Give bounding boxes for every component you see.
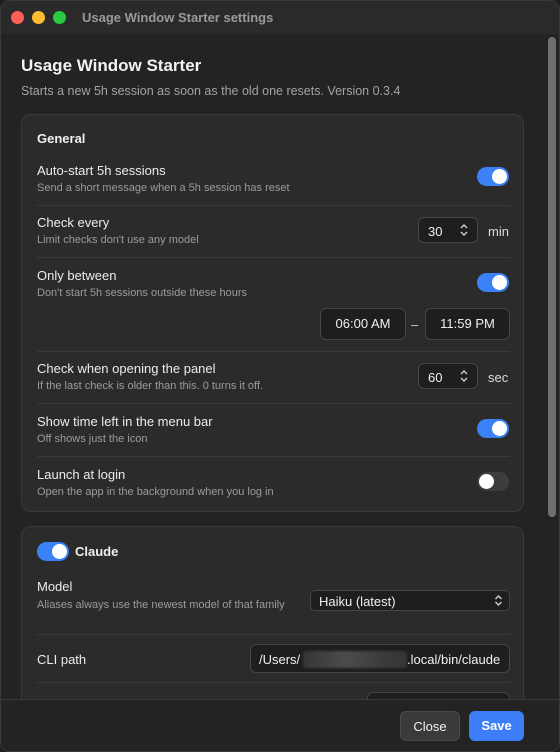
menu-bar-row: Show time left in the menu bar Off shows…: [37, 414, 510, 445]
divider: [37, 351, 510, 352]
toggle-knob: [52, 544, 67, 559]
launch-login-toggle[interactable]: [477, 472, 509, 491]
title-bar[interactable]: Usage Window Starter settings: [1, 1, 559, 34]
toggle-knob: [492, 421, 507, 436]
model-select[interactable]: Haiku (latest): [310, 590, 510, 611]
check-on-open-unit: sec: [488, 370, 509, 385]
only-between-toggle[interactable]: [477, 273, 509, 292]
start-time-field[interactable]: 06:00 AM: [320, 308, 406, 340]
window-title: Usage Window Starter settings: [82, 10, 274, 25]
divider: [37, 682, 510, 683]
cli-path-field[interactable]: /Users/ .local/bin/claude: [250, 644, 510, 673]
toggle-knob: [479, 474, 494, 489]
launch-login-label: Launch at login: [37, 467, 126, 482]
close-button[interactable]: Close: [400, 711, 460, 741]
divider: [37, 403, 510, 404]
cli-path-suffix: .local/bin/claude: [407, 652, 501, 667]
claude-section: Claude Model Aliases always use the newe…: [21, 526, 524, 699]
divider: [37, 634, 510, 635]
check-on-open-value: 60: [428, 370, 443, 385]
divider: [37, 456, 510, 457]
check-every-stepper[interactable]: 30: [418, 217, 478, 243]
model-row: Model Aliases always use the newest mode…: [37, 579, 297, 613]
time-range-separator: –: [411, 317, 419, 332]
model-select-value: Haiku (latest): [319, 594, 396, 609]
claude-enabled-toggle[interactable]: [37, 542, 69, 561]
stepper-arrows-icon[interactable]: [459, 222, 469, 238]
check-every-unit: min: [488, 224, 509, 239]
cli-path-row: CLI path: [37, 652, 237, 667]
settings-content: Usage Window Starter Starts a new 5h ses…: [1, 34, 559, 699]
section-title-general: General: [37, 131, 86, 146]
only-between-desc: Don't start 5h sessions outside these ho…: [37, 287, 247, 299]
model-label: Model: [37, 579, 73, 594]
toggle-knob: [492, 169, 507, 184]
launch-login-row: Launch at login Open the app in the back…: [37, 467, 510, 498]
check-on-open-stepper[interactable]: 60: [418, 363, 478, 389]
section-title-claude: Claude: [75, 544, 119, 559]
page-subtitle: Starts a new 5h session as soon as the o…: [21, 84, 401, 98]
menu-bar-desc: Off shows just the icon: [37, 433, 148, 445]
zoom-window-icon[interactable]: [53, 11, 66, 24]
toggle-knob: [492, 275, 507, 290]
check-every-value: 30: [428, 224, 443, 239]
minimize-window-icon[interactable]: [32, 11, 45, 24]
auto-start-desc: Send a short message when a 5h session h…: [37, 182, 290, 194]
auto-start-label: Auto-start 5h sessions: [37, 163, 166, 178]
close-window-icon[interactable]: [11, 11, 24, 24]
auto-start-row: Auto-start 5h sessions Send a short mess…: [37, 163, 510, 194]
model-desc: Aliases always use the newest model of t…: [37, 599, 285, 611]
end-time-field[interactable]: 11:59 PM: [425, 308, 510, 340]
divider: [37, 257, 510, 258]
scrollbar-thumb[interactable]: [548, 37, 556, 517]
save-button[interactable]: Save: [469, 711, 524, 741]
footer-bar: Close Save: [1, 699, 559, 751]
window-controls: [11, 11, 66, 24]
redacted-username: [303, 651, 407, 668]
auto-start-toggle[interactable]: [477, 167, 509, 186]
only-between-label: Only between: [37, 268, 117, 283]
cli-path-prefix: /Users/: [259, 652, 301, 667]
partial-field[interactable]: [367, 692, 510, 699]
cli-path-label: CLI path: [37, 652, 87, 667]
stepper-arrows-icon[interactable]: [459, 368, 469, 384]
page-header: Usage Window Starter Starts a new 5h ses…: [21, 56, 400, 98]
divider: [37, 205, 510, 206]
page-title: Usage Window Starter: [21, 56, 202, 75]
settings-window: Usage Window Starter settings Usage Wind…: [0, 0, 560, 752]
menu-bar-toggle[interactable]: [477, 419, 509, 438]
general-section: General Auto-start 5h sessions Send a sh…: [21, 114, 524, 512]
only-between-row: Only between Don't start 5h sessions out…: [37, 268, 510, 299]
launch-login-desc: Open the app in the background when you …: [37, 486, 274, 498]
chevron-up-down-icon: [495, 595, 502, 606]
menu-bar-label: Show time left in the menu bar: [37, 414, 213, 429]
